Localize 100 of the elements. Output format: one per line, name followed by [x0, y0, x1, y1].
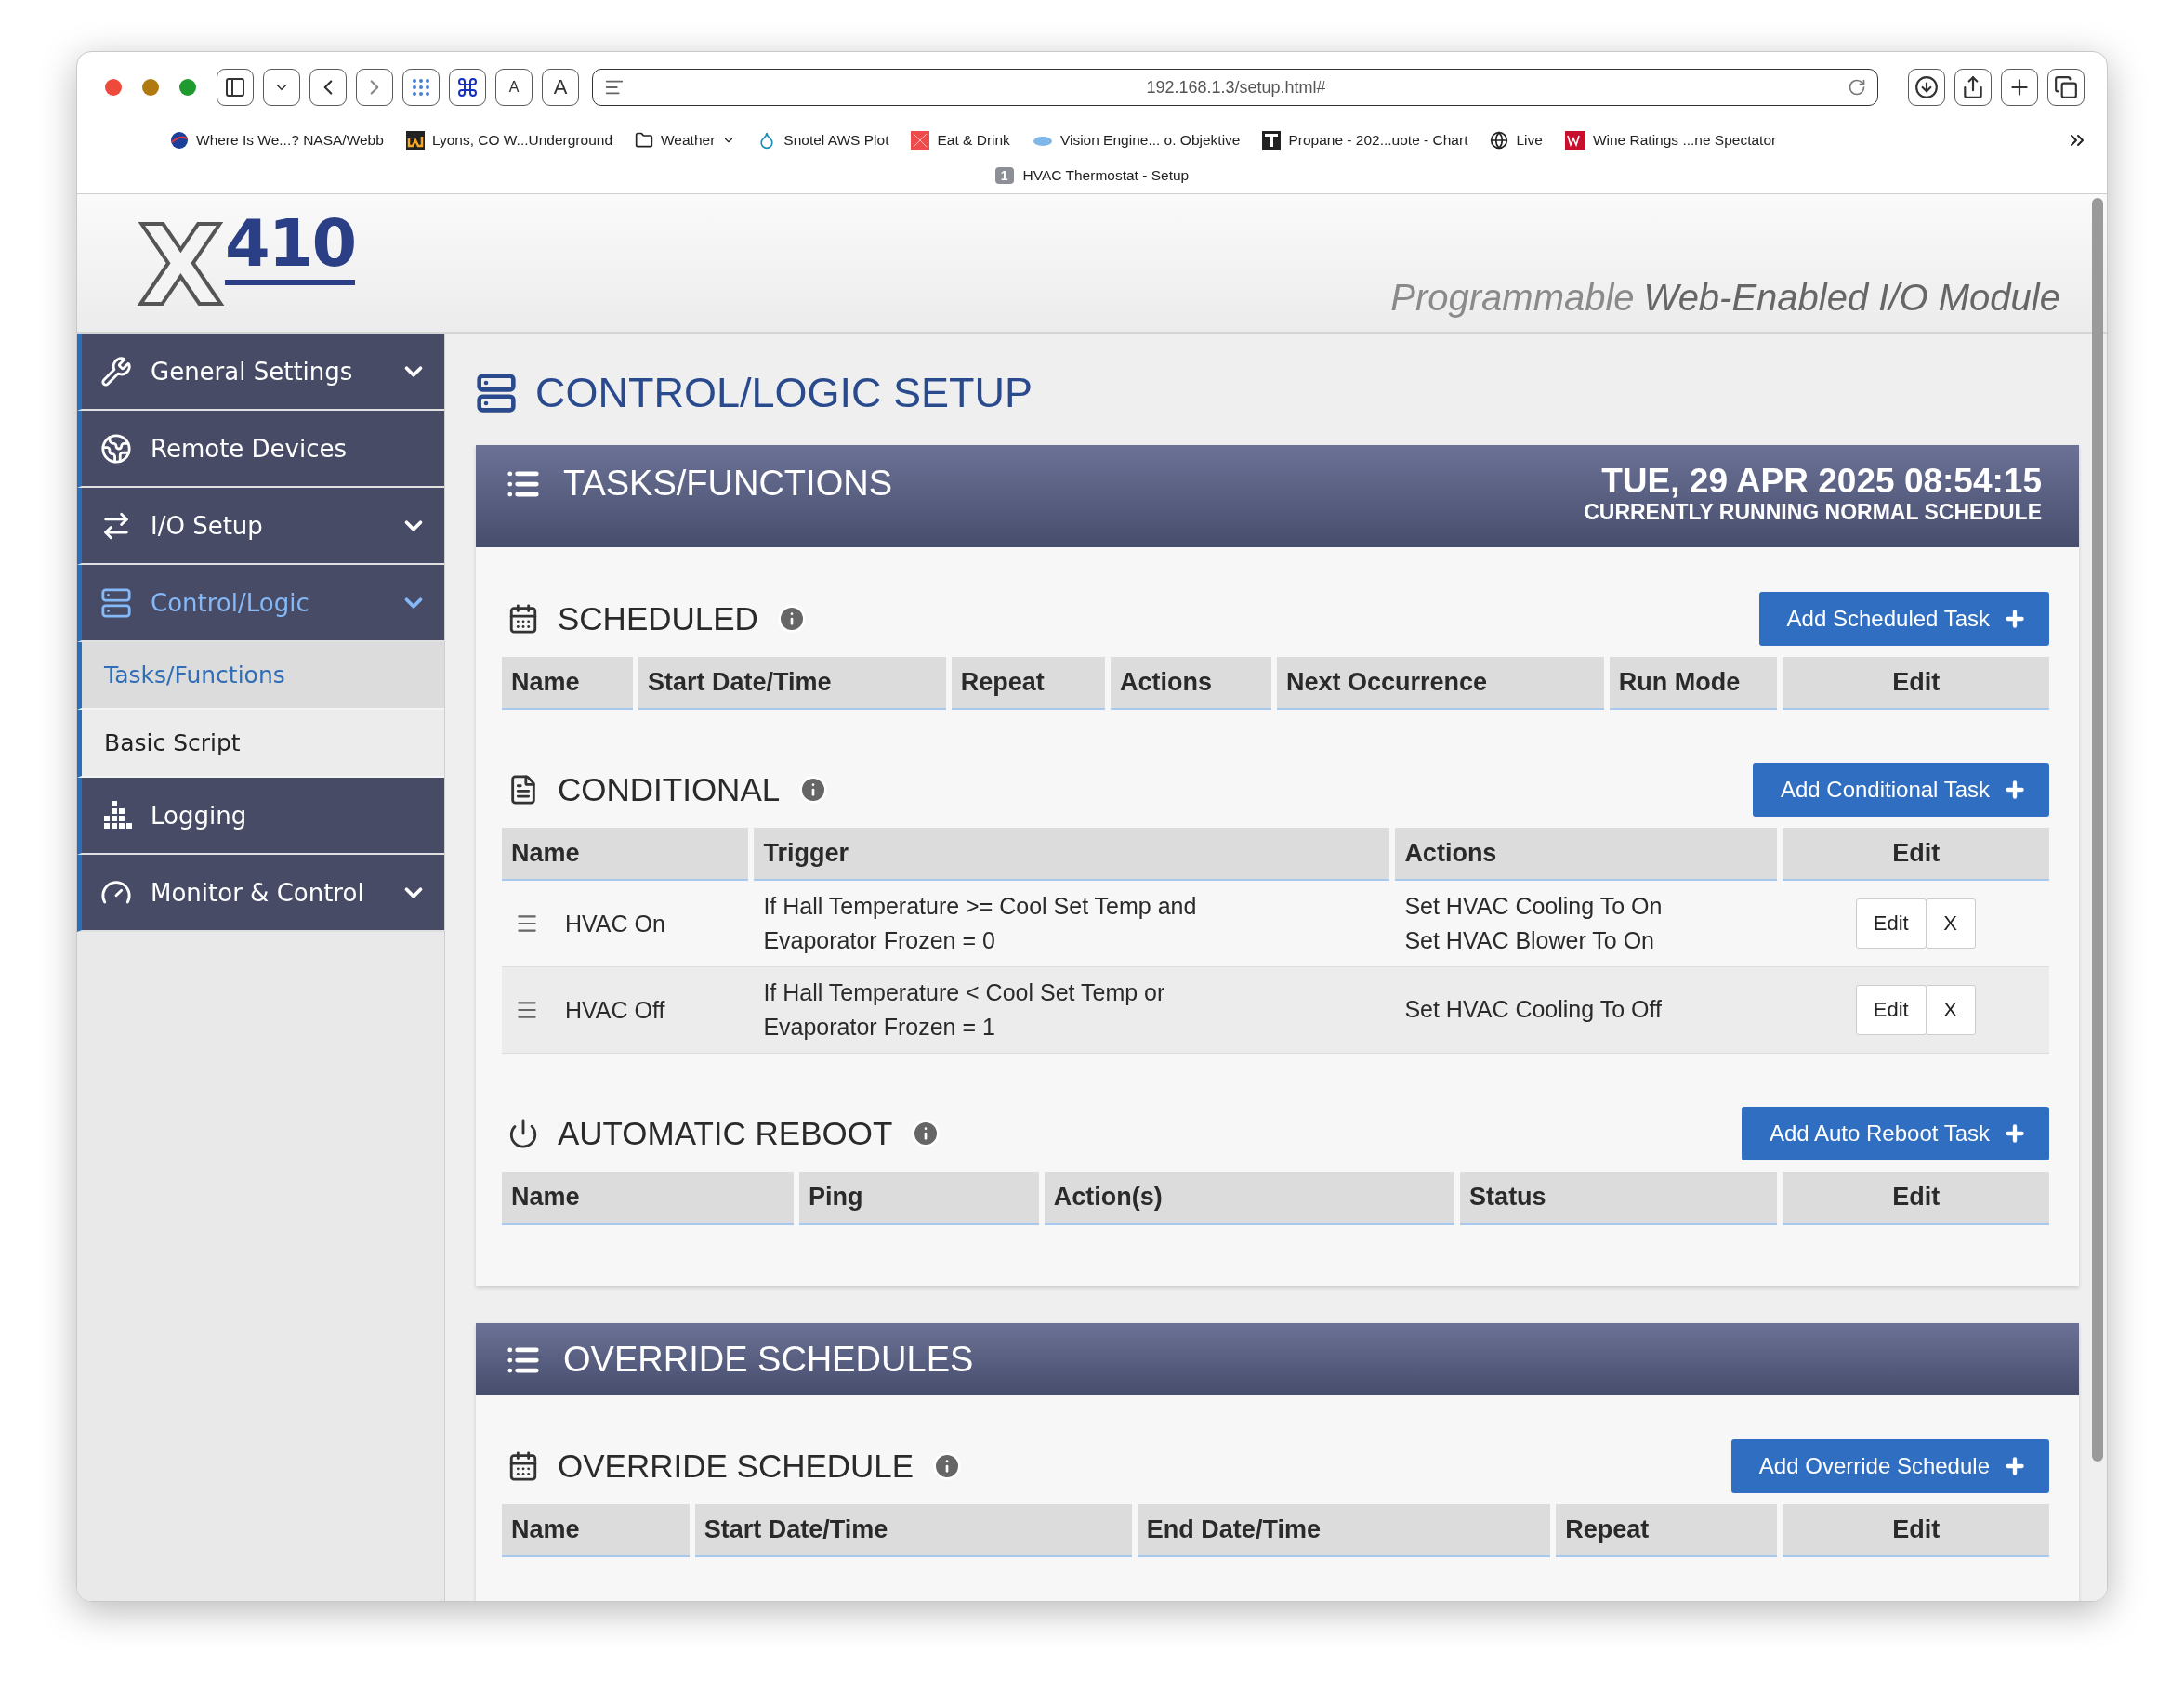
new-tab-button[interactable]	[2001, 69, 2038, 106]
download-button[interactable]	[1908, 69, 1945, 106]
sidebar-subitem[interactable]: Tasks/Functions	[77, 642, 444, 710]
extension-button[interactable]	[402, 69, 440, 106]
bookmark-link[interactable]: Propane - 202...uote - Chart	[1288, 132, 1468, 149]
tagline: Web-Enabled I/O Module	[1643, 277, 2060, 319]
table-cell: HVAC Off	[565, 996, 665, 1024]
smaller-text-button[interactable]: A	[495, 69, 533, 106]
column-header: Start Date/Time	[638, 657, 946, 710]
bookmark-link[interactable]: Wine Ratings ...ne Spectator	[1592, 132, 1777, 149]
command-button[interactable]	[449, 69, 486, 106]
download-icon	[1914, 75, 1939, 99]
command-icon	[456, 76, 479, 98]
window-minimize-button[interactable]	[142, 79, 159, 96]
column-header: Actions	[1395, 828, 1778, 881]
stack-icon	[100, 586, 132, 619]
sidebar-item[interactable]: Monitor & Control	[77, 855, 444, 932]
bookmark-link[interactable]: Where Is We...? NASA/Webb	[196, 132, 384, 149]
column-header: Name	[502, 828, 749, 881]
plus-icon	[2003, 1454, 2027, 1478]
sidebar-item[interactable]: General Settings	[77, 334, 444, 411]
add-task-button[interactable]: Add Auto Reboot Task	[1741, 1107, 2049, 1160]
bookmark-link[interactable]: Live	[1516, 132, 1543, 149]
column-header: Actions	[1111, 657, 1271, 710]
sidebar-item[interactable]: Control/Logic	[77, 565, 444, 642]
schedule-status: CURRENTLY RUNNING NORMAL SCHEDULE	[1584, 499, 2042, 525]
info-icon[interactable]	[932, 1451, 963, 1481]
bookmark-icon	[1262, 131, 1282, 150]
section-title: AUTOMATIC REBOOT	[558, 1115, 893, 1152]
column-header: Edit	[1783, 1504, 2049, 1557]
tabs-overview-button[interactable]	[2047, 69, 2085, 106]
column-header: Edit	[1783, 657, 2049, 710]
sidebar-item[interactable]: Remote Devices	[77, 411, 444, 488]
bookmark-link[interactable]: Lyons, CO W...Underground	[431, 132, 612, 149]
column-header: Status	[1460, 1172, 1778, 1225]
column-header: Repeat	[951, 657, 1106, 710]
bookmark-link[interactable]: Eat & Drink	[937, 132, 1010, 149]
dropdown-button[interactable]	[263, 69, 300, 106]
tab-number: 1	[994, 167, 1014, 184]
date-time: TUE, 29 APR 2025 08:54:15	[1601, 464, 2042, 500]
tab-title[interactable]: HVAC Thermostat - Setup	[1022, 167, 1190, 184]
section-title: CONDITIONAL	[558, 771, 781, 808]
bookmark-link[interactable]: Weather	[661, 132, 716, 149]
table-cell-text: If Hall Temperature < Cool Set Temp or Evaporator Frozen = 1	[762, 977, 1166, 1042]
sidebar-subitem[interactable]: Basic Script	[77, 710, 444, 778]
globe-icon	[1490, 131, 1509, 150]
column-header: Run Mode	[1609, 657, 1778, 710]
column-header: Ping	[798, 1172, 1039, 1225]
folder-icon	[635, 131, 653, 150]
delete-button[interactable]: X	[1925, 985, 1976, 1035]
bookmark-icon	[405, 131, 425, 150]
section-title: SCHEDULED	[558, 600, 758, 637]
logo-number: 410	[225, 211, 356, 285]
table-cell-text: Set HVAC Cooling To On Set HVAC Blower To On	[1403, 891, 1664, 955]
share-button[interactable]	[1954, 69, 1992, 106]
larger-text-button[interactable]: A	[542, 69, 579, 106]
share-icon	[1961, 75, 1985, 99]
table-cell: HVAC On	[565, 910, 665, 937]
wrench-icon	[100, 355, 132, 387]
page-title: CONTROL/LOGIC SETUP	[535, 369, 1033, 417]
reload-icon[interactable]	[1848, 78, 1866, 97]
edit-button[interactable]: Edit	[1855, 898, 1927, 949]
window-zoom-button[interactable]	[179, 79, 196, 96]
info-icon[interactable]	[776, 604, 807, 634]
add-task-button[interactable]: Add Conditional Task	[1752, 763, 2049, 817]
forward-button[interactable]	[356, 69, 393, 106]
add-task-button[interactable]: Add Override Schedule	[1730, 1439, 2049, 1493]
tagline: Programmable	[1390, 277, 1635, 319]
window-close-button[interactable]	[105, 79, 122, 96]
column-header: Name	[502, 1504, 690, 1557]
tabs-icon	[2054, 75, 2078, 99]
address-bar[interactable]: 192.168.1.3/setup.html#	[592, 69, 1878, 106]
bookmark-icon	[1564, 131, 1585, 150]
bookmark-link[interactable]: Snotel AWS Plot	[783, 132, 889, 149]
info-icon[interactable]	[911, 1119, 941, 1148]
column-header: Edit	[1783, 828, 2049, 881]
bookmark-icon	[911, 131, 930, 150]
grid-icon	[410, 76, 432, 98]
column-header: Repeat	[1556, 1504, 1778, 1557]
column-header: Trigger	[754, 828, 1390, 881]
sidebar-toggle-button[interactable]	[217, 69, 254, 106]
delete-button[interactable]: X	[1925, 898, 1976, 949]
calendar-icon	[507, 1450, 539, 1482]
sidebar-item[interactable]: I/O Setup	[77, 488, 444, 565]
bookmark-link[interactable]: Vision Engine... o. Objektive	[1059, 132, 1241, 149]
column-header: Action(s)	[1044, 1172, 1455, 1225]
sidebar-item[interactable]: Logging	[77, 778, 444, 855]
calendar-icon	[507, 603, 539, 635]
globe-icon	[100, 432, 132, 465]
panel-title: TASKS/FUNCTIONS	[563, 464, 892, 504]
scrollbar[interactable]	[2092, 198, 2103, 1462]
add-task-button[interactable]: Add Scheduled Task	[1758, 592, 2049, 646]
edit-button[interactable]: Edit	[1855, 985, 1927, 1035]
column-header: Name	[502, 657, 634, 710]
info-icon[interactable]	[798, 775, 829, 805]
stack-icon	[476, 373, 517, 413]
back-button[interactable]	[309, 69, 347, 106]
plus-icon	[2003, 607, 2027, 631]
power-icon	[507, 1118, 539, 1149]
section-title: OVERRIDE SCHEDULE	[558, 1448, 914, 1485]
